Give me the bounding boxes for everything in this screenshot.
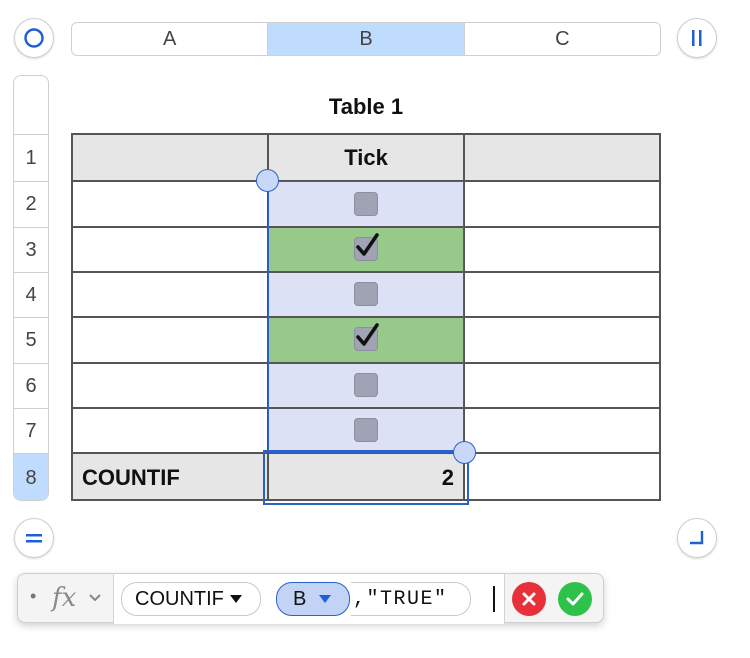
table: Tick COUNTIF 2 (71, 133, 661, 505)
column-header-c[interactable]: C (465, 23, 660, 55)
function-name: COUNTIF (135, 587, 224, 610)
cancel-button[interactable] (512, 582, 546, 616)
cancel-x-icon (522, 592, 536, 606)
selection-outline (268, 181, 464, 453)
argument-rest-text: ,"TRUE" (353, 587, 448, 611)
accept-check-icon (566, 592, 584, 606)
dropdown-triangle-icon (319, 595, 332, 603)
cell-a1[interactable] (72, 134, 268, 181)
text-cursor (493, 586, 495, 612)
dropdown-triangle-icon (229, 595, 242, 603)
row-header-5[interactable]: 5 (14, 317, 48, 363)
resize-corner-icon (690, 531, 704, 545)
row-header-bar: 1 2 3 4 5 6 7 8 (13, 75, 49, 501)
equals-row-icon (26, 534, 42, 543)
active-cell-outline (263, 450, 469, 505)
pause-column-icon (692, 30, 702, 46)
formula-bar: • fx COUNTIF B ,"TRUE" (17, 573, 604, 624)
chevron-down-icon[interactable] (88, 592, 102, 604)
formula-bullet: • (30, 586, 37, 606)
row-header-3[interactable]: 3 (14, 227, 48, 272)
cell-b1-text: Tick (344, 144, 388, 170)
cell-c1[interactable] (464, 134, 661, 181)
circle-select-icon (24, 28, 44, 48)
add-column-handle[interactable] (677, 18, 717, 58)
formula-divider-right (504, 574, 505, 624)
table-title[interactable]: Table 1 (71, 92, 661, 122)
column-header-a[interactable]: A (72, 23, 269, 55)
row-header-4[interactable]: 4 (14, 272, 48, 317)
accept-button[interactable] (558, 582, 592, 616)
cell-c8[interactable] (464, 454, 661, 501)
row-header-7[interactable]: 7 (14, 408, 48, 453)
cell-b1[interactable]: Tick (268, 134, 464, 181)
row-header-6[interactable]: 6 (14, 363, 48, 408)
column-header-b[interactable]: B (268, 23, 465, 55)
table-select-button[interactable] (14, 18, 54, 58)
selection-handle-top-left[interactable] (256, 169, 279, 192)
formula-editor[interactable]: COUNTIF B ,"TRUE" (114, 574, 504, 624)
row-header-1[interactable]: 1 (14, 134, 48, 181)
cell-a8[interactable]: COUNTIF (72, 454, 268, 501)
fx-icon[interactable]: fx (52, 583, 76, 613)
footer-label: COUNTIF (82, 464, 180, 490)
resize-table-handle[interactable] (677, 518, 717, 558)
selection-handle-bottom-right[interactable] (453, 441, 476, 464)
column-header-bar: A B C (71, 22, 661, 56)
row-header-8[interactable]: 8 (14, 453, 48, 500)
row-header-2[interactable]: 2 (14, 181, 48, 227)
function-token[interactable]: COUNTIF (121, 582, 261, 616)
argument-rest[interactable]: ,"TRUE" (351, 582, 471, 616)
argument-token-b[interactable]: B (276, 582, 350, 616)
argument-reference: B (293, 587, 307, 610)
add-row-handle[interactable] (14, 518, 54, 558)
